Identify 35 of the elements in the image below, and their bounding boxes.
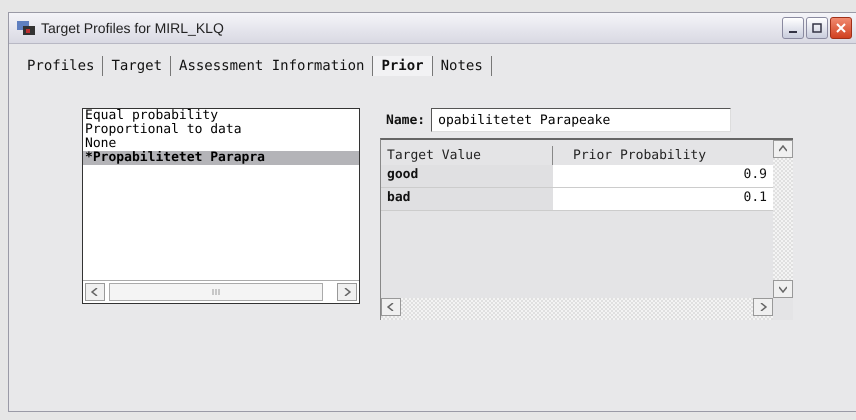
list-item[interactable]: Proportional to data xyxy=(83,123,359,137)
tab[interactable]: Target xyxy=(103,56,172,76)
name-field[interactable]: opabilitetet Parapeake xyxy=(431,108,732,132)
minimize-button[interactable] xyxy=(782,17,804,39)
tab[interactable]: Notes xyxy=(432,56,492,76)
arrow-right-icon xyxy=(343,288,351,296)
tab[interactable]: Prior xyxy=(373,56,433,76)
grip-icon xyxy=(212,289,220,295)
table-cell[interactable]: 0.1 xyxy=(553,188,773,211)
close-icon xyxy=(836,23,846,33)
scroll-down-button[interactable] xyxy=(773,280,793,298)
scroll-thumb[interactable] xyxy=(109,283,323,301)
name-label: Name: xyxy=(386,112,426,128)
scroll-up-button[interactable] xyxy=(773,140,793,158)
scroll-left-button[interactable] xyxy=(381,298,401,316)
table-cell: bad xyxy=(381,188,553,211)
scroll-right-button[interactable] xyxy=(337,283,357,301)
table-cell[interactable]: 0.9 xyxy=(553,165,773,188)
list-item[interactable]: Equal probability xyxy=(83,109,359,123)
arrow-left-icon xyxy=(387,303,395,311)
maximize-button[interactable] xyxy=(806,17,828,39)
arrow-up-icon xyxy=(779,145,787,153)
window-title: Target Profiles for MIRL_KLQ xyxy=(41,20,225,36)
arrow-left-icon xyxy=(91,288,99,296)
scroll-left-button[interactable] xyxy=(85,283,105,301)
maximize-icon xyxy=(812,23,822,33)
arrow-right-icon xyxy=(759,303,767,311)
close-button[interactable] xyxy=(830,17,852,39)
table-cell: good xyxy=(381,165,553,188)
arrow-down-icon xyxy=(779,285,787,293)
scroll-right-button[interactable] xyxy=(753,298,773,316)
minimize-icon xyxy=(789,31,797,33)
list-item[interactable]: None xyxy=(83,137,359,151)
app-icon xyxy=(17,21,35,35)
tab[interactable]: Profiles xyxy=(19,56,104,76)
